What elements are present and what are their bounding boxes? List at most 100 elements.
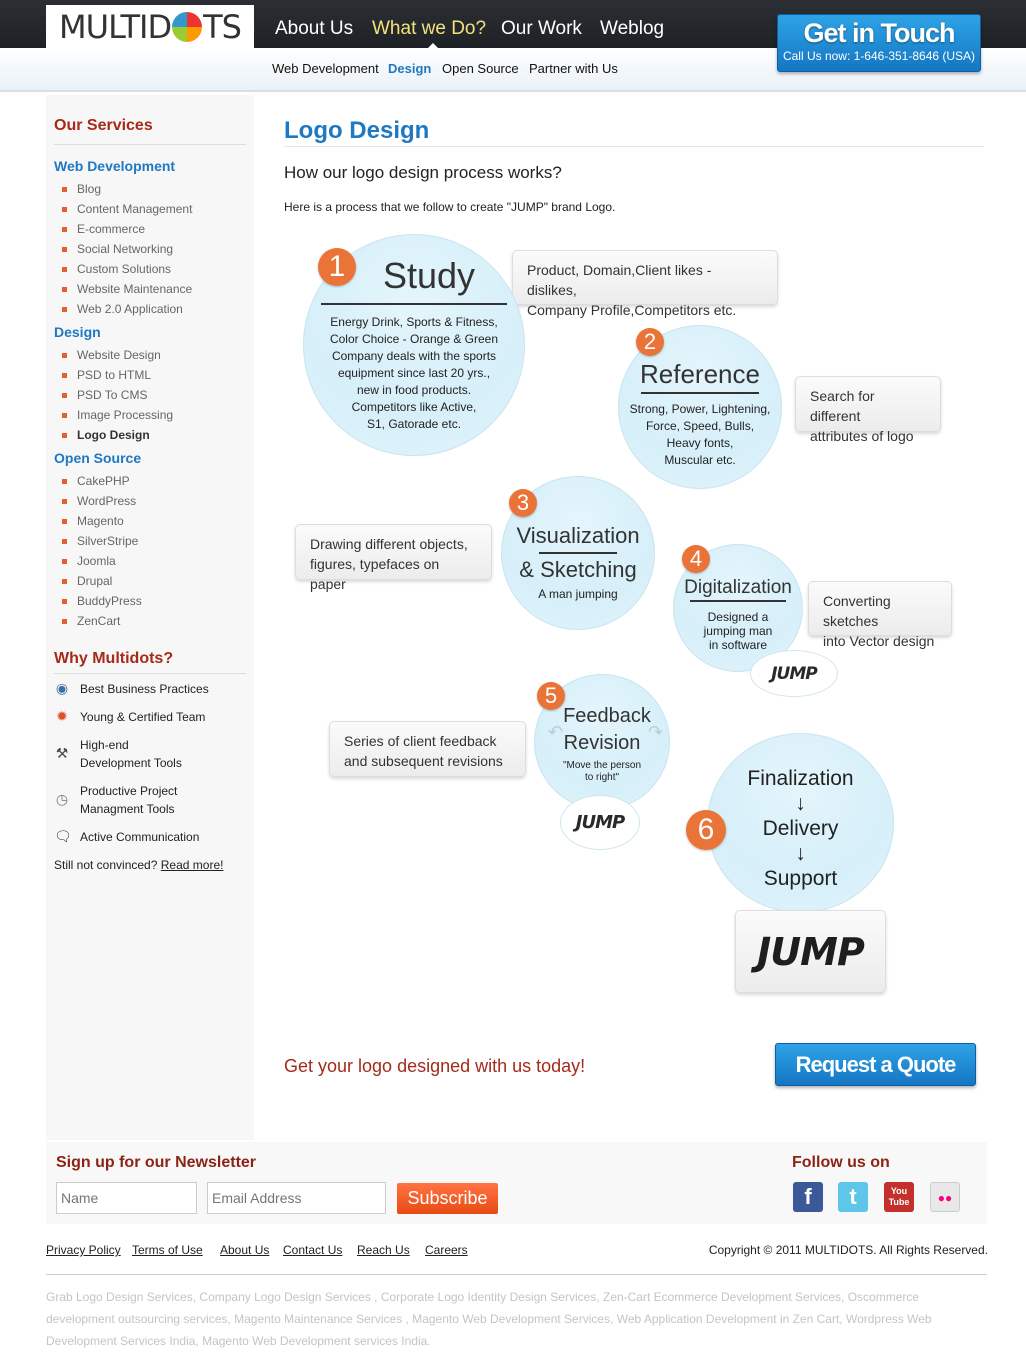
- stage-support: Support: [763, 867, 838, 890]
- callout-line: and subsequent revisions: [344, 753, 503, 769]
- twitter-icon[interactable]: t: [838, 1182, 868, 1212]
- text-line: equipment since last 20 yrs.,: [337, 366, 491, 380]
- intro: Here is a process that we follow to crea…: [284, 200, 616, 214]
- sidebar-item[interactable]: Magento: [62, 514, 142, 534]
- sidebar-item[interactable]: ZenCart: [62, 614, 142, 634]
- step-title-2: & Sketching: [519, 557, 637, 582]
- text-line: Designed a: [707, 610, 769, 624]
- nav-pointer-icon: [428, 43, 438, 48]
- sidebar-item[interactable]: Drupal: [62, 574, 142, 594]
- step-text: Strong, Power, Lightening, Force, Speed, …: [619, 401, 781, 469]
- why-title: Why Multidots?: [54, 650, 174, 667]
- email-input[interactable]: [207, 1182, 386, 1214]
- divider: [54, 673, 246, 674]
- footer-link-privacy[interactable]: Privacy Policy: [46, 1243, 121, 1257]
- why-item-line: Productive Project: [80, 784, 178, 798]
- footer-link-about[interactable]: About Us: [220, 1243, 269, 1257]
- logo[interactable]: MULTID TS: [46, 5, 254, 48]
- sidebar-item[interactable]: PSD to HTML: [62, 368, 173, 388]
- flickr-icon[interactable]: ●●: [930, 1182, 960, 1212]
- footer-link-terms[interactable]: Terms of Use: [132, 1243, 203, 1257]
- footer-link-contact[interactable]: Contact Us: [283, 1243, 342, 1257]
- youtube-icon[interactable]: You Tube: [884, 1182, 914, 1212]
- why-item: Best Business Practices: [80, 682, 209, 696]
- why-item-line: Managment Tools: [80, 802, 175, 816]
- name-input[interactable]: [56, 1182, 197, 1214]
- step-text: Energy Drink, Sports & Fitness, Color Cho…: [304, 314, 524, 433]
- sidebar-item[interactable]: SilverStripe: [62, 534, 142, 554]
- facebook-icon[interactable]: f: [793, 1182, 823, 1212]
- award-icon: ◉: [55, 680, 69, 696]
- why-item-line: High-end: [80, 738, 129, 752]
- sidebar-item[interactable]: E-commerce: [62, 222, 192, 242]
- cta-title: Get in Touch: [803, 18, 956, 48]
- callout-line: Product, Domain,Client likes - dislikes,: [527, 262, 712, 298]
- read-more-link[interactable]: Read more!: [161, 858, 224, 872]
- nav-weblog[interactable]: Weblog: [600, 18, 664, 40]
- step-title: Reference: [640, 359, 760, 389]
- convince-label: Still not convinced?: [54, 858, 158, 872]
- category-design[interactable]: Design: [54, 324, 101, 340]
- stage-finalization: Finalization: [747, 767, 854, 790]
- request-quote-button[interactable]: Request a Quote: [775, 1043, 976, 1086]
- sidebar-item[interactable]: Blog: [62, 182, 192, 202]
- text-line: Energy Drink, Sports & Fitness,: [330, 315, 498, 329]
- why-item: High-end Development Tools: [80, 736, 182, 772]
- category-web-development[interactable]: Web Development: [54, 158, 175, 174]
- sidebar-item[interactable]: BuddyPress: [62, 594, 142, 614]
- divider: [539, 552, 617, 554]
- step2-badge: 2: [636, 328, 664, 356]
- step-text: "Move the person to right": [535, 760, 669, 784]
- services-title: Our Services: [54, 117, 153, 134]
- sidebar-item[interactable]: Content Management: [62, 202, 192, 222]
- stage-delivery: Delivery: [762, 817, 839, 840]
- design-list: Website Design PSD to HTML PSD To CMS Im…: [62, 348, 173, 448]
- sidebar-item[interactable]: CakePHP: [62, 474, 142, 494]
- subscribe-button[interactable]: Subscribe: [397, 1183, 498, 1214]
- sidebar-item[interactable]: WordPress: [62, 494, 142, 514]
- divider: [46, 1274, 987, 1275]
- sidebar-item[interactable]: Social Networking: [62, 242, 192, 262]
- step5-badge: 5: [537, 682, 565, 710]
- cta-phone: Call Us now: 1-646-351-8646 (USA): [782, 49, 976, 63]
- callout-line: Drawing different objects,: [310, 536, 468, 552]
- cta-text: Get your logo designed with us today!: [284, 1056, 586, 1076]
- subnav-web-development[interactable]: Web Development: [272, 61, 379, 76]
- footer-link-reach[interactable]: Reach Us: [357, 1243, 410, 1257]
- arrow-down-icon: ↓: [795, 842, 806, 865]
- divider: [690, 600, 786, 602]
- arrow-down-icon: ↓: [795, 792, 806, 815]
- step-text: Finalization ↓ Delivery ↓ Support: [708, 766, 893, 891]
- page-title: Logo Design: [284, 117, 430, 144]
- get-in-touch-button[interactable]: Get in Touch Call Us now: 1-646-351-8646 …: [777, 14, 981, 72]
- nav-our-work[interactable]: Our Work: [501, 18, 582, 40]
- sidebar-item[interactable]: Custom Solutions: [62, 262, 192, 282]
- sidebar-item[interactable]: Image Processing: [62, 408, 173, 428]
- subnav-design[interactable]: Design: [388, 61, 431, 76]
- footer-link-careers[interactable]: Careers: [425, 1243, 468, 1257]
- cycle-arrow-left-icon: ↶: [548, 722, 564, 742]
- sidebar-item[interactable]: Website Maintenance: [62, 282, 192, 302]
- clock-icon: ◷: [55, 791, 69, 807]
- sidebar-item-active[interactable]: Logo Design: [62, 428, 173, 448]
- text-line: Color Choice - Orange & Green: [329, 332, 499, 346]
- divider: [54, 144, 246, 145]
- open-source-list: CakePHP WordPress Magento SilverStripe J…: [62, 474, 142, 634]
- sidebar-item[interactable]: Website Design: [62, 348, 173, 368]
- nav-what-we-do[interactable]: What we Do?: [372, 18, 486, 40]
- subnav-partner[interactable]: Partner with Us: [529, 61, 618, 76]
- step-title: Digitalization: [684, 577, 792, 598]
- why-item: Young & Certified Team: [80, 710, 206, 724]
- subtitle: How our logo design process works?: [284, 163, 562, 182]
- text-line: Muscular etc.: [664, 453, 736, 467]
- divider: [321, 303, 507, 305]
- sidebar-item[interactable]: Joomla: [62, 554, 142, 574]
- nav-about-us[interactable]: About Us: [275, 18, 353, 40]
- sidebar-item[interactable]: PSD To CMS: [62, 388, 173, 408]
- sidebar-item[interactable]: Web 2.0 Application: [62, 302, 192, 322]
- logo-dot-icon: [172, 11, 203, 42]
- text-line: to right": [584, 772, 620, 783]
- category-open-source[interactable]: Open Source: [54, 450, 141, 466]
- step-title: Visualization: [516, 523, 640, 548]
- subnav-open-source[interactable]: Open Source: [442, 61, 519, 76]
